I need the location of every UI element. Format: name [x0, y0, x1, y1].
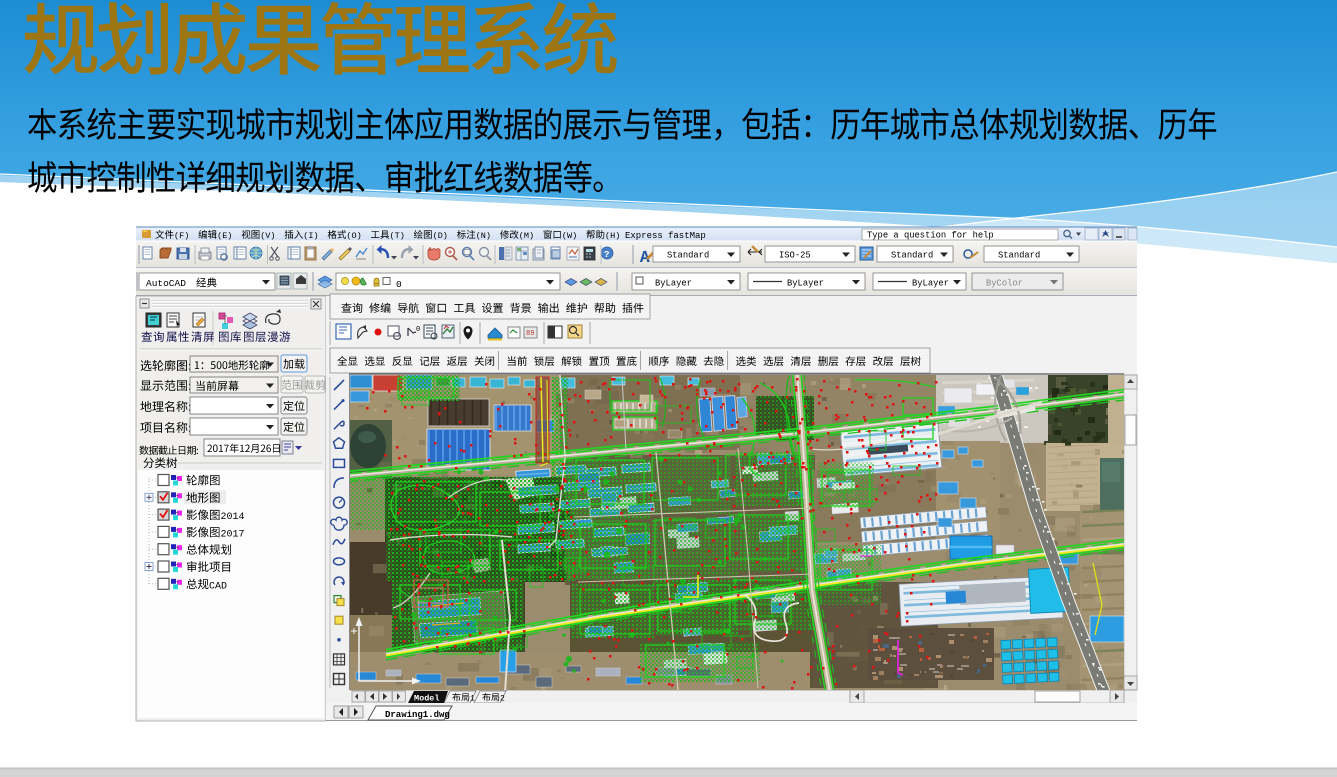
svg-text:Drawing1.dwg: Drawing1.dwg: [385, 710, 450, 720]
svg-text:(H): (H): [605, 231, 620, 241]
svg-text:CAD: CAD: [209, 581, 227, 592]
svg-text:0: 0: [416, 326, 420, 334]
svg-text:(N): (N): [476, 231, 491, 241]
svg-text:Standard: Standard: [891, 251, 933, 261]
svg-text:ByLayer: ByLayer: [787, 279, 824, 289]
svg-text:89: 89: [526, 330, 534, 338]
svg-text:0: 0: [396, 279, 402, 290]
svg-text:(T): (T): [390, 231, 405, 241]
svg-text:Express: Express: [625, 231, 663, 241]
svg-text:(O): (O): [346, 231, 361, 241]
svg-text:(I): (I): [303, 231, 318, 241]
svg-text:Standard: Standard: [667, 251, 709, 261]
svg-text:2: 2: [500, 695, 505, 704]
svg-text:Standard: Standard: [998, 251, 1040, 261]
svg-text:ISO-25: ISO-25: [779, 251, 811, 261]
svg-text:2017: 2017: [221, 529, 245, 540]
svg-text:fastMap: fastMap: [668, 231, 706, 241]
svg-text:(V): (V): [260, 231, 275, 241]
svg-text:ByLayer: ByLayer: [912, 279, 949, 289]
svg-text:Model: Model: [414, 694, 440, 704]
svg-text:ByColor: ByColor: [986, 279, 1023, 289]
svg-text:AutoCAD: AutoCAD: [146, 278, 186, 289]
svg-text:?: ?: [604, 250, 609, 260]
svg-text:(D): (D): [433, 231, 448, 241]
svg-text:(W): (W): [562, 231, 577, 241]
svg-text:(M): (M): [519, 231, 534, 241]
svg-text:2014: 2014: [221, 512, 245, 523]
svg-text:(E): (E): [217, 231, 232, 241]
svg-text:Type a question for help: Type a question for help: [867, 231, 994, 241]
svg-text:(F): (F): [174, 231, 189, 241]
svg-text:ByLayer: ByLayer: [655, 279, 692, 289]
